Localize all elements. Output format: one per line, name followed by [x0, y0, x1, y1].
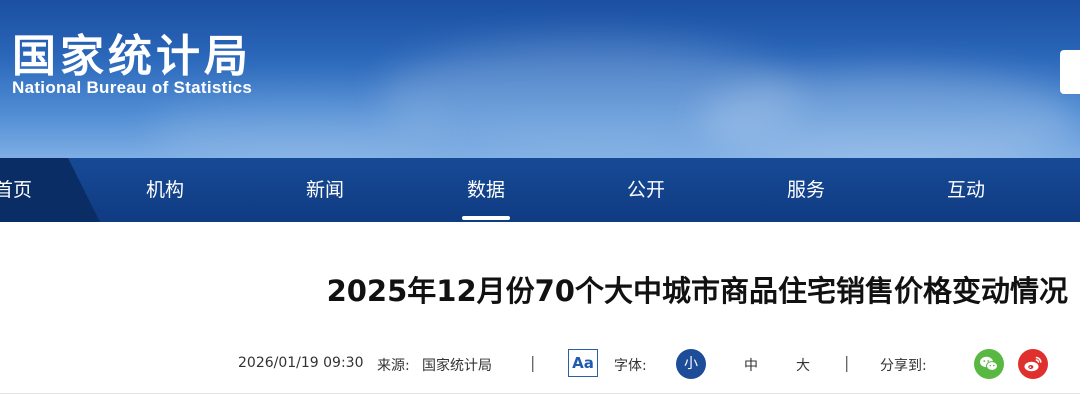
nav-item-interaction[interactable]: 互动 [926, 158, 1006, 222]
weibo-icon [1024, 356, 1042, 372]
nav-item-data[interactable]: 数据 [446, 158, 526, 222]
wechat-icon [980, 356, 998, 371]
nav-item-service[interactable]: 服务 [766, 158, 846, 222]
font-size-small-button[interactable]: 小 [676, 349, 706, 379]
font-size-icon[interactable]: Aa [568, 349, 598, 377]
weibo-share-button[interactable] [1018, 349, 1048, 379]
font-size-medium-button[interactable]: 中 [744, 355, 758, 375]
nav-item-home[interactable]: 首页 [0, 158, 40, 222]
search-input[interactable] [1060, 50, 1080, 94]
source-label: 来源: [377, 358, 410, 374]
nav-item-organization[interactable]: 机构 [125, 158, 205, 222]
site-logo-english[interactable]: National Bureau of Statistics [12, 78, 252, 98]
section-divider [0, 393, 1080, 394]
source-value: 国家统计局 [422, 358, 492, 374]
wechat-share-button[interactable] [974, 349, 1004, 379]
site-logo-chinese[interactable]: 国家统计局 [12, 20, 252, 84]
main-nav: 首页 机构 新闻 数据 公开 服务 互动 [0, 158, 1080, 222]
banner-cloud [700, 70, 1080, 158]
site-header: 国家统计局 National Bureau of Statistics [0, 0, 1080, 158]
font-size-large-button[interactable]: 大 [796, 355, 810, 375]
meta-divider: | [844, 353, 850, 372]
publish-date: 2026/01/19 09:30 [238, 355, 364, 371]
share-label: 分享到: [880, 358, 927, 374]
article-title: 2025年12月份70个大中城市商品住宅销售价格变动情况 [326, 274, 1068, 308]
banner-cloud [150, 95, 450, 158]
meta-divider: | [530, 353, 536, 372]
font-size-label: 字体: [614, 358, 647, 374]
nav-active-indicator [462, 216, 510, 220]
nav-item-open[interactable]: 公开 [606, 158, 686, 222]
nav-item-news[interactable]: 新闻 [285, 158, 365, 222]
